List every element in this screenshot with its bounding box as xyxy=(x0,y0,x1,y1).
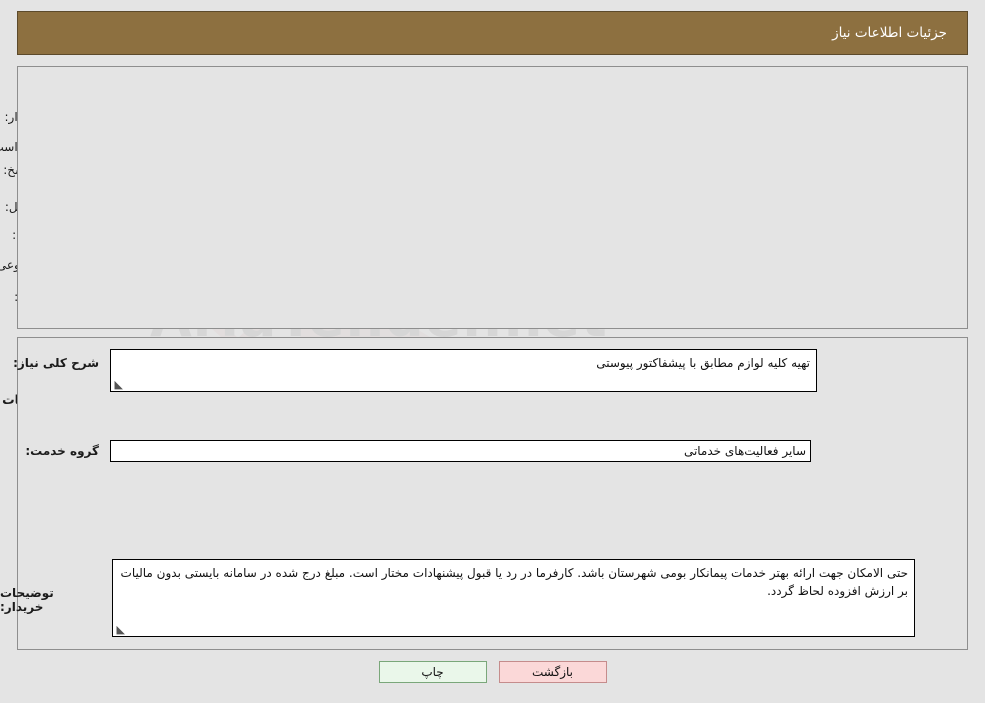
page-header: جزئیات اطلاعات نیاز xyxy=(17,11,968,55)
general-desc-value: تهیه کلیه لوازم مطابق با پیشفاکتور پیوست… xyxy=(596,356,810,370)
resize-grip-icon[interactable]: ◣ xyxy=(113,379,123,390)
buyer-notes-textarea[interactable]: حتی الامکان جهت ارائه بهتر خدمات پیمانکا… xyxy=(112,559,915,637)
service-group-value[interactable]: سایر فعالیت‌های خدماتی xyxy=(110,440,811,462)
back-button[interactable]: بازگشت xyxy=(498,661,607,683)
resize-grip-icon-notes[interactable]: ◣ xyxy=(115,624,125,635)
buyer-notes-label: توضیحات خریدار: xyxy=(0,586,54,614)
general-desc-label: شرح کلی نیاز: xyxy=(13,356,99,370)
need-info-panel xyxy=(17,66,968,329)
footer-button-bar: بازگشت چاپ xyxy=(0,661,985,683)
service-group-label: گروه خدمت: xyxy=(25,444,99,458)
print-button[interactable]: چاپ xyxy=(378,661,487,683)
page-title: جزئیات اطلاعات نیاز xyxy=(832,25,947,41)
general-desc-textarea[interactable]: تهیه کلیه لوازم مطابق با پیشفاکتور پیوست… xyxy=(110,349,817,392)
buyer-notes-value: حتی الامکان جهت ارائه بهتر خدمات پیمانکا… xyxy=(120,566,908,598)
